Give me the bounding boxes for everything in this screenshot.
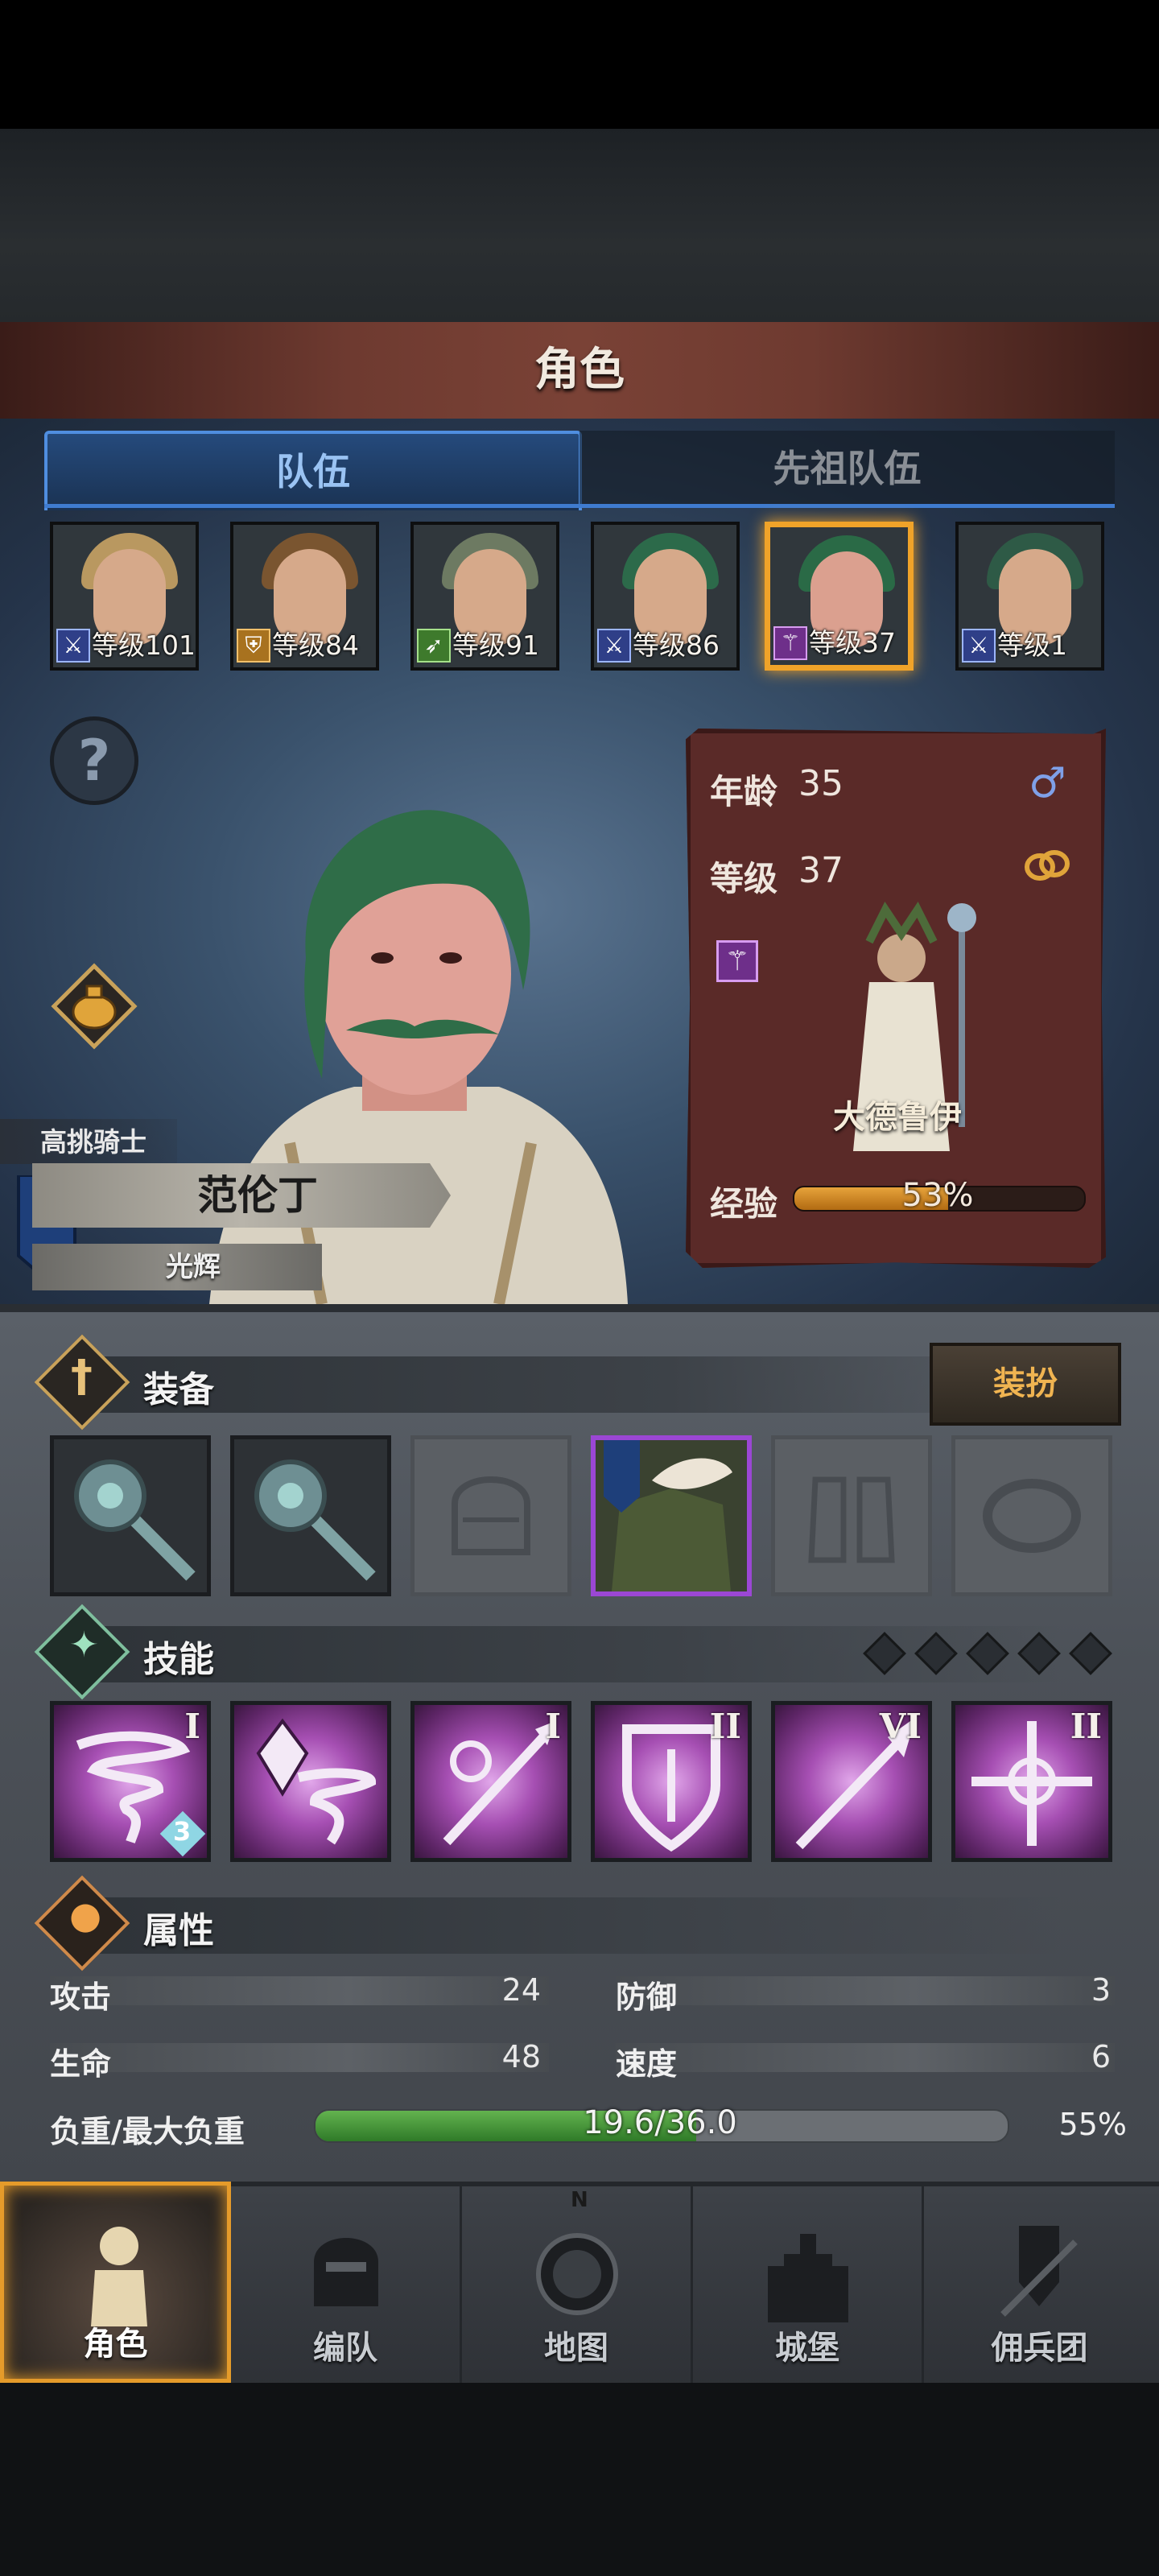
nav-label: 角色 [83,2326,148,2363]
nav-formation[interactable]: 编队 [231,2182,462,2383]
party-portrait-6[interactable]: ⚔ 等级1 [955,522,1104,671]
age-value: 35 [798,763,843,804]
equip-slot-armor[interactable] [591,1435,752,1596]
page-title: 角色 [534,344,625,396]
party-portrait-4[interactable]: ⚔ 等级86 [591,522,740,671]
tab-underline [44,504,1115,508]
nav-label: 佣兵团 [991,2330,1088,2367]
skills-title: 技能 [143,1639,214,1680]
top-backdrop [0,129,1159,322]
portrait-level: 等级84 [272,630,359,661]
compass-icon [536,2233,618,2315]
equip-slot-ring[interactable] [951,1435,1112,1596]
bottom-bar-area [0,2383,1159,2576]
attack-bar [50,1976,549,2005]
sword-icon: ⚔ [962,629,996,663]
nav-label: 编队 [313,2330,377,2367]
status-bar-area [0,0,1159,129]
skill-rank: II [1070,1707,1102,1746]
star-icon: ✦ [69,1624,99,1666]
equipment-header [80,1356,1062,1413]
defense-label: 防御 [616,1979,678,2015]
portrait-level: 等级37 [809,627,896,658]
equip-slot-weapon-2[interactable] [230,1435,391,1596]
attributes-title: 属性 [143,1910,214,1951]
dagger-icon: † [71,1351,93,1402]
attack-label: 攻击 [50,1979,112,2015]
equip-slot-helmet[interactable] [410,1435,571,1596]
portrait-level: 等级101 [92,630,196,661]
level-label: 等级 [710,859,778,898]
skill-crystal-tornado[interactable] [230,1701,391,1862]
shield-icon: ⛨ [237,629,270,663]
tab-ancestor-team[interactable]: 先祖队伍 [580,431,1115,507]
compass-north-label: N [571,2188,588,2212]
age-label: 年龄 [710,772,778,811]
class-name: 大德鲁伊 [833,1099,962,1136]
nav-label: 地图 [544,2330,608,2367]
skill-tornado[interactable]: I 3 [50,1701,211,1862]
party-portrait-2[interactable]: ⛨ 等级84 [230,522,379,671]
mercenary-icon [1000,2226,1078,2317]
nav-character[interactable]: 角色 [0,2182,231,2383]
speed-bar [616,2043,1115,2072]
defense-bar [616,1976,1115,2005]
staff-icon: ⚚ [773,626,807,660]
skill-rank: I [184,1707,200,1746]
nav-mercenary[interactable]: 佣兵团 [924,2182,1155,2383]
equip-slot-weapon-1[interactable] [50,1435,211,1596]
skill-charge-count: 3 [173,1816,192,1847]
nav-label: 城堡 [775,2330,839,2367]
skill-rank: I [545,1707,561,1746]
equip-slot-boots[interactable] [771,1435,932,1596]
portrait-level: 等级86 [633,630,720,661]
sword-icon: ⚔ [597,629,631,663]
skill-holy-cross[interactable]: II [951,1701,1112,1862]
speed-value: 6 [1091,2039,1111,2074]
weight-percent: 55% [1058,2107,1127,2142]
equipment-title: 装备 [143,1369,214,1410]
exp-label: 经验 [710,1184,778,1224]
knight-icon [91,2227,147,2326]
hero-portrait [209,810,628,1304]
attributes-header [80,1897,1062,1954]
health-bar [50,2043,549,2072]
exp-percent: 53% [901,1177,974,1214]
skill-rank: II [709,1707,741,1746]
potion-bag-icon[interactable] [50,962,138,1051]
hero-name[interactable]: 范伦丁 [32,1163,451,1228]
nav-castle[interactable]: 城堡 [693,2182,924,2383]
tab-team[interactable]: 队伍 [44,431,582,510]
male-icon: ♂ [1029,759,1066,807]
hero-trait-label: 高挑骑士 [40,1126,146,1158]
castle-icon [768,2234,848,2322]
outfit-button[interactable]: 装扮 [930,1343,1121,1426]
hero-title: 光辉 [166,1251,221,1283]
health-label: 生命 [50,2046,112,2082]
skill-shield[interactable]: II [591,1701,752,1862]
party-portrait-3[interactable]: ➶ 等级91 [410,522,559,671]
staff-class-icon: ⚚ [716,940,758,982]
party-portrait-5-selected[interactable]: ⚚ 等级37 [765,522,914,671]
help-button[interactable]: ? [50,716,138,805]
helmet-icon [314,2238,378,2306]
health-value: 48 [501,2039,541,2074]
portrait-level: 等级91 [452,630,539,661]
skill-rank: VI [879,1707,922,1746]
nav-map[interactable]: N 地图 [462,2182,693,2383]
person-icon: ● [69,1893,102,1937]
speed-label: 速度 [616,2046,678,2082]
defense-value: 3 [1091,1972,1111,2008]
weight-value: 19.6/36.0 [583,2104,737,2141]
skill-holy-spear[interactable]: I [410,1701,571,1862]
weight-label: 负重/最大负重 [50,2114,245,2149]
party-portrait-1[interactable]: ⚔ 等级101 [50,522,199,671]
ring-icon [1022,845,1072,886]
skill-spear[interactable]: VI [771,1701,932,1862]
sword-icon: ⚔ [56,629,90,663]
portrait-level: 等级1 [997,630,1067,661]
attack-value: 24 [501,1972,541,2008]
bow-icon: ➶ [417,629,451,663]
